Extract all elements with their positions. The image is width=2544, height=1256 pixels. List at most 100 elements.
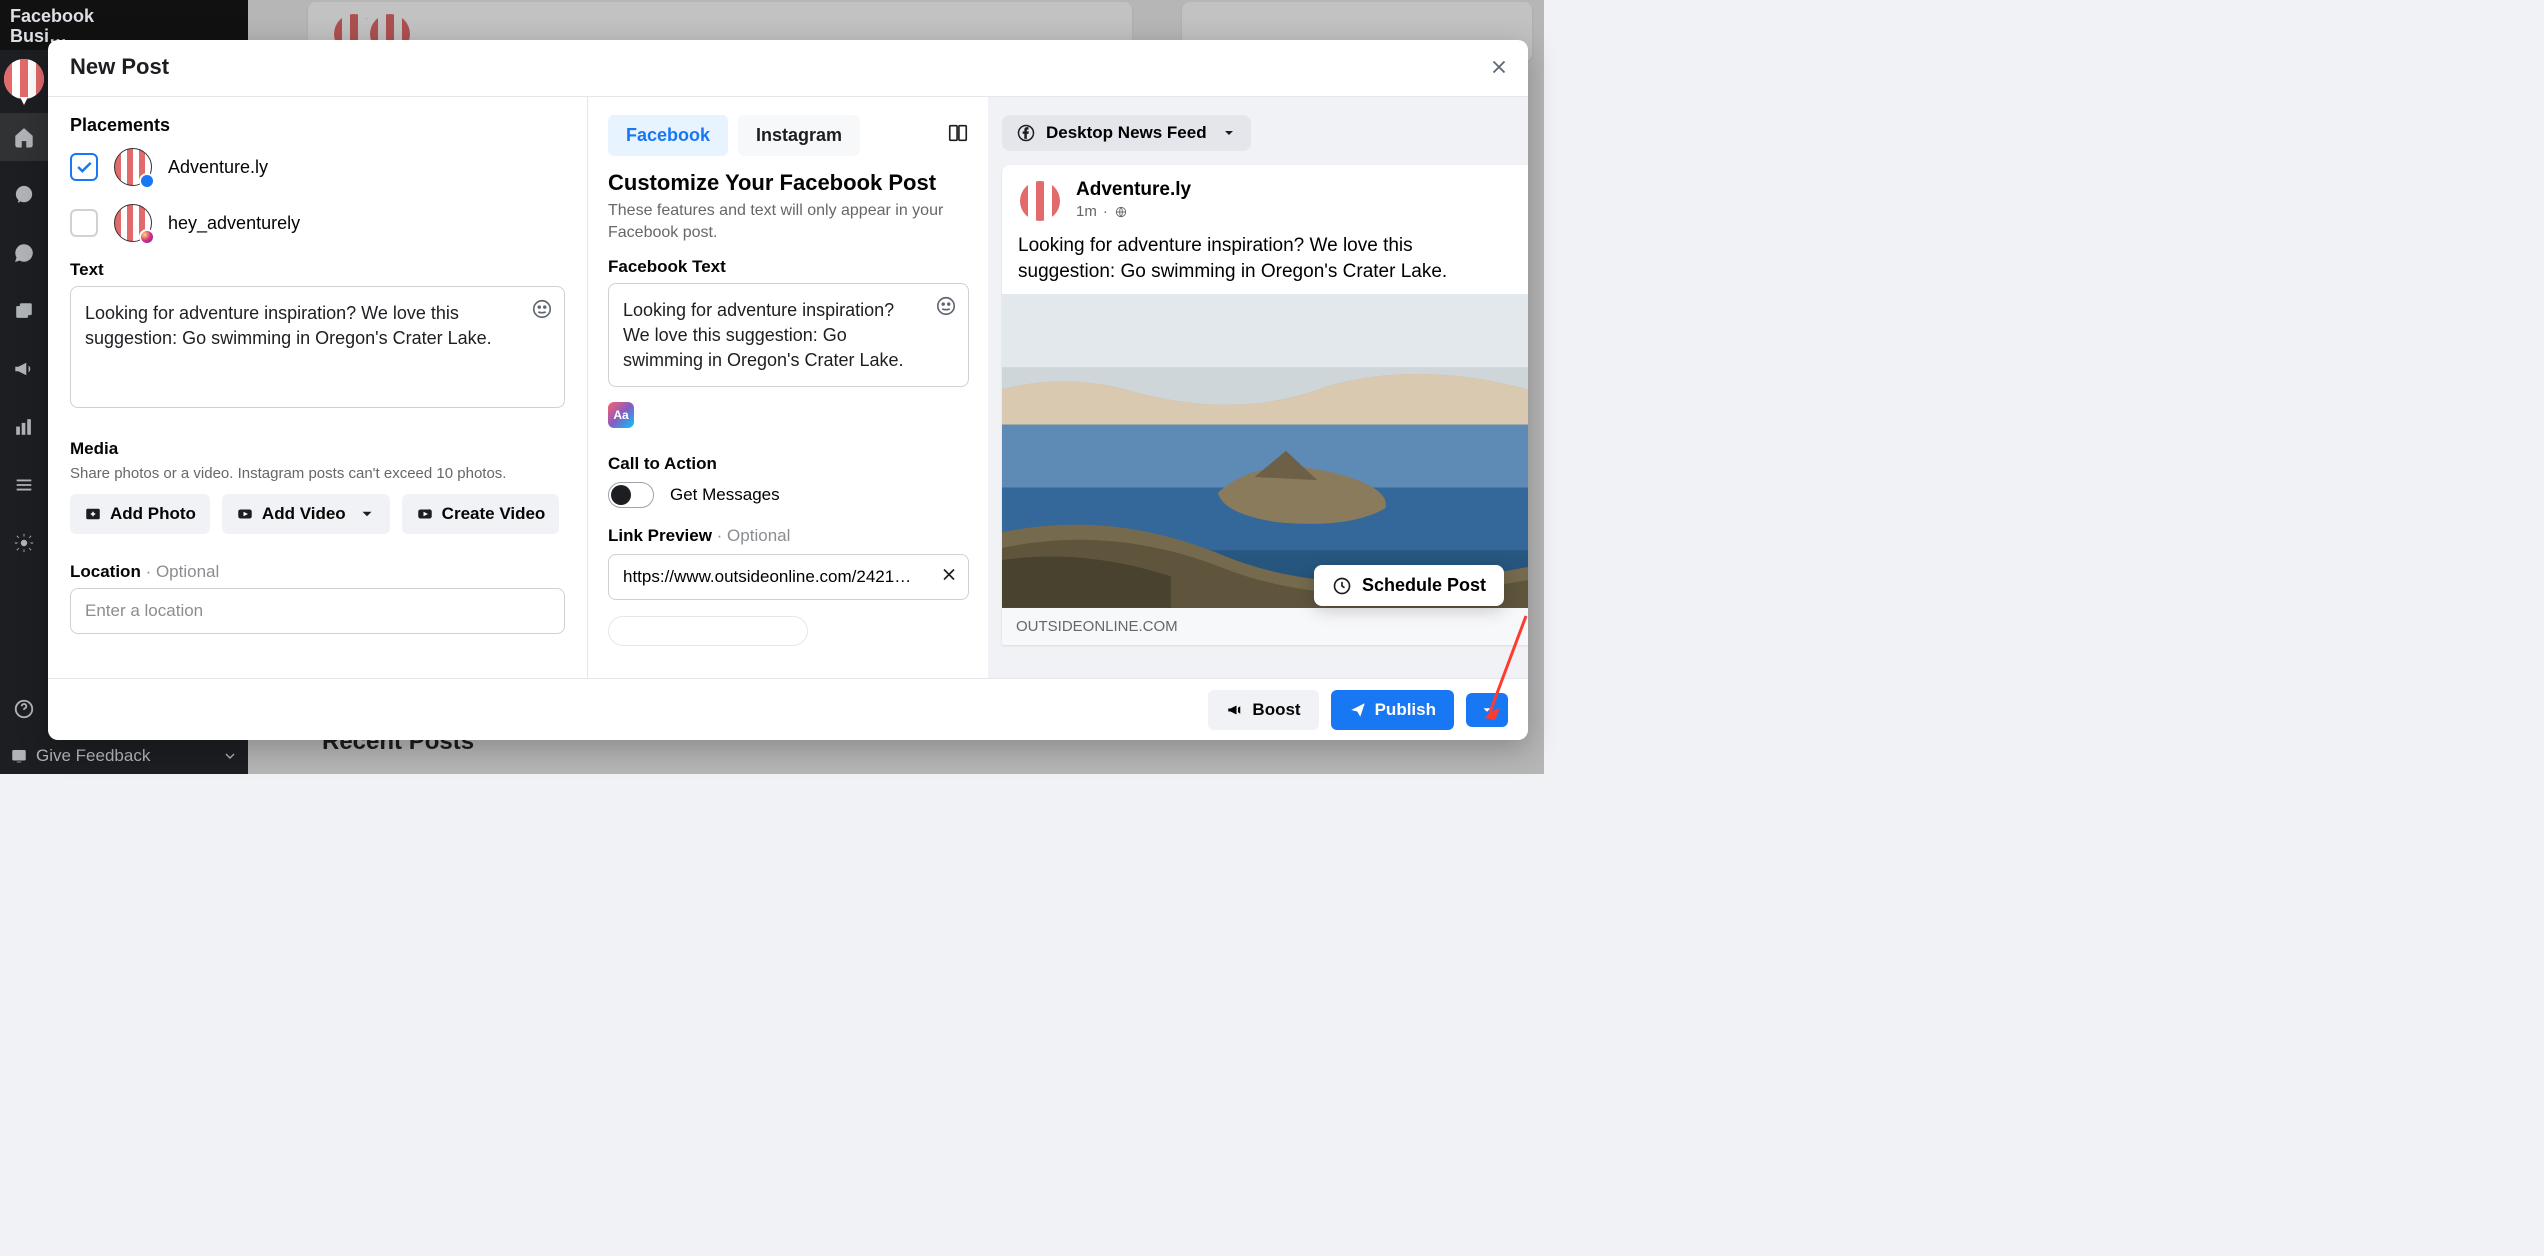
add-photo-button[interactable]: Add Photo [70, 494, 210, 534]
schedule-post-menu-item[interactable]: Schedule Post [1314, 565, 1504, 606]
crater-lake-illustration [1002, 294, 1528, 608]
preview-text: Looking for adventure inspiration? We lo… [1002, 229, 1528, 294]
location-title: Location · Optional [70, 562, 565, 582]
text-label: Text [70, 260, 565, 280]
add-video-label: Add Video [262, 504, 346, 524]
help-icon [13, 698, 35, 720]
new-post-modal: New Post Placements Adventure.ly hey_adv… [48, 40, 1528, 740]
nav-ads[interactable] [0, 345, 48, 393]
modal-footer: Boost Publish [48, 678, 1528, 740]
location-input[interactable] [70, 588, 565, 634]
page-avatar-small [114, 148, 152, 186]
preview-image [1002, 294, 1528, 608]
megaphone-icon [13, 358, 35, 380]
boost-button[interactable]: Boost [1208, 690, 1318, 730]
modal-close[interactable] [1484, 52, 1514, 82]
megaphone-icon [1226, 701, 1244, 719]
location-optional: · Optional [146, 562, 220, 581]
facebook-text-label: Facebook Text [608, 257, 969, 277]
close-icon [939, 565, 959, 585]
nav-messenger[interactable] [0, 229, 48, 277]
caret-down-icon [1480, 703, 1494, 717]
schedule-post-label: Schedule Post [1362, 575, 1486, 596]
columns-icon [947, 122, 969, 144]
add-photo-label: Add Photo [110, 504, 196, 524]
placement-row-instagram[interactable]: hey_adventurely [70, 204, 565, 242]
preview-meta: 1m · [1076, 203, 1191, 220]
add-photo-icon [84, 505, 102, 523]
bar-chart-icon [13, 416, 35, 438]
clock-icon [1332, 576, 1352, 596]
chevron-down-icon [222, 748, 238, 764]
emoji-button[interactable] [935, 295, 957, 322]
link-preview-optional: · Optional [717, 526, 791, 545]
clear-link-button[interactable] [939, 565, 959, 590]
facebook-badge-icon [139, 173, 155, 189]
placement-checkbox-instagram[interactable] [70, 209, 98, 237]
chat-icon [13, 242, 35, 264]
nav-pages[interactable] [0, 287, 48, 335]
cta-label: Get Messages [670, 485, 780, 505]
publish-label: Publish [1375, 700, 1436, 720]
whatsapp-icon [13, 184, 35, 206]
instagram-badge-icon [139, 229, 155, 245]
preview-select-label: Desktop News Feed [1046, 123, 1207, 143]
compose-column: Placements Adventure.ly hey_adventurely … [48, 97, 588, 678]
chevron-down-icon [358, 505, 376, 523]
customize-column: Facebook Instagram Customize Your Facebo… [588, 97, 988, 678]
link-preview-title: Link Preview · Optional [608, 526, 969, 546]
globe-icon [1114, 205, 1128, 219]
modal-title: New Post [70, 54, 169, 79]
placement-checkbox-facebook[interactable] [70, 153, 98, 181]
nav-settings[interactable] [0, 519, 48, 567]
boost-label: Boost [1252, 700, 1300, 720]
nav-menu[interactable] [0, 461, 48, 509]
tab-facebook[interactable]: Facebook [608, 115, 728, 156]
home-icon [13, 126, 35, 148]
feedback-label: Give Feedback [36, 746, 150, 766]
tab-instagram[interactable]: Instagram [738, 115, 860, 156]
nav-whatsapp[interactable] [0, 171, 48, 219]
facebook-icon [1016, 123, 1036, 143]
link-preview-stub [608, 616, 808, 646]
placement-name: Adventure.ly [168, 157, 268, 178]
nav-help[interactable] [0, 685, 48, 733]
nav-home[interactable] [0, 113, 48, 161]
location-title-main: Location [70, 562, 146, 581]
preview-select[interactable]: Desktop News Feed [1002, 115, 1251, 151]
post-text-input[interactable] [70, 286, 565, 408]
text-background-button[interactable]: Aa [608, 402, 634, 428]
customize-desc: These features and text will only appear… [608, 200, 969, 243]
side-by-side-button[interactable] [947, 122, 969, 149]
nav-insights[interactable] [0, 403, 48, 451]
chevron-down-icon [1221, 125, 1237, 141]
page-avatar-small [114, 204, 152, 242]
create-video-button[interactable]: Create Video [402, 494, 560, 534]
preview-time: 1m [1076, 203, 1097, 220]
media-title: Media [70, 439, 565, 459]
feedback-icon [10, 747, 28, 765]
page-avatar[interactable] [0, 55, 48, 103]
media-hint: Share photos or a video. Instagram posts… [70, 465, 565, 482]
create-video-icon [416, 505, 434, 523]
video-icon [236, 505, 254, 523]
emoji-icon [531, 298, 553, 320]
cta-toggle[interactable] [608, 482, 654, 508]
link-url-input[interactable]: https://www.outsideonline.com/2421… [608, 554, 969, 600]
menu-icon [13, 474, 35, 496]
create-video-label: Create Video [442, 504, 546, 524]
cta-title: Call to Action [608, 454, 969, 474]
give-feedback[interactable]: Give Feedback [0, 738, 248, 774]
emoji-icon [935, 295, 957, 317]
gear-icon [13, 532, 35, 554]
facebook-text-input[interactable] [608, 283, 969, 387]
publish-button[interactable]: Publish [1331, 690, 1454, 730]
publish-options-button[interactable] [1466, 693, 1508, 727]
add-video-button[interactable]: Add Video [222, 494, 390, 534]
modal-header: New Post [48, 40, 1528, 97]
close-icon [1488, 56, 1510, 78]
placement-row-facebook[interactable]: Adventure.ly [70, 148, 565, 186]
emoji-button[interactable] [531, 298, 553, 325]
preview-link-domain: OUTSIDEONLINE.COM [1002, 608, 1528, 645]
link-preview-main: Link Preview [608, 526, 717, 545]
